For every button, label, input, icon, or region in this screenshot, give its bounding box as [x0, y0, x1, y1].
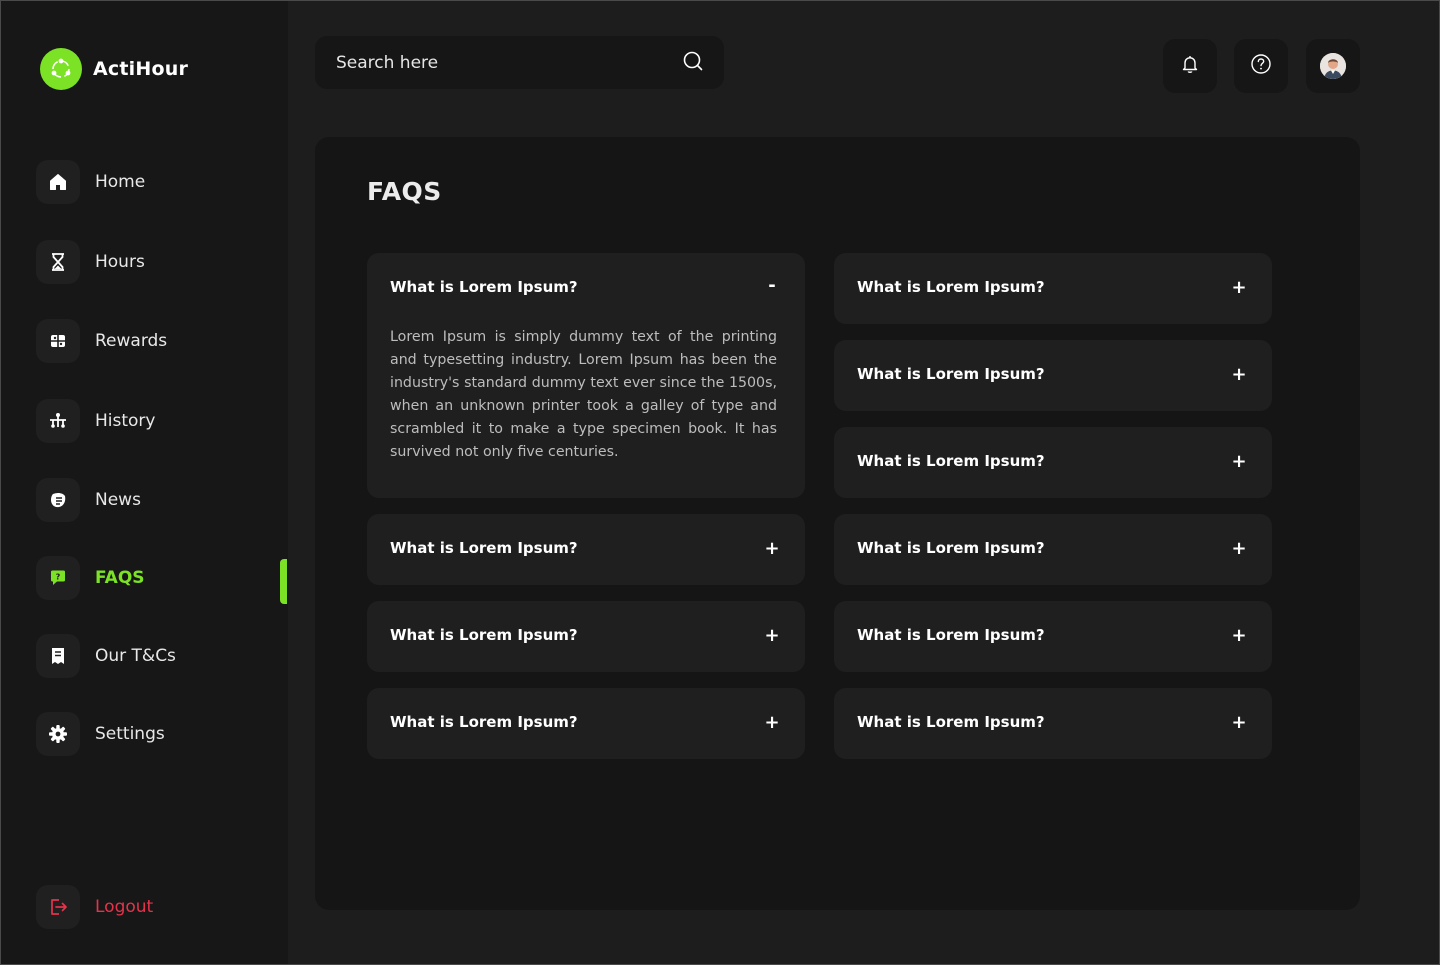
- expand-icon[interactable]: +: [764, 540, 779, 558]
- gear-icon: [36, 712, 80, 756]
- page-title: FAQS: [367, 177, 442, 206]
- sidebar-item-label: Rewards: [95, 331, 168, 351]
- expand-icon[interactable]: +: [1231, 540, 1246, 558]
- sidebar: ActiHour Home Hours Rewards History News…: [0, 0, 288, 965]
- notifications-button[interactable]: [1163, 39, 1217, 93]
- expand-icon[interactable]: +: [1231, 279, 1246, 297]
- faq-item[interactable]: What is Lorem Ipsum? - Lorem Ipsum is si…: [367, 253, 805, 498]
- sidebar-item-faqs[interactable]: ? FAQS: [36, 556, 145, 600]
- help-button[interactable]: [1234, 39, 1288, 93]
- active-indicator: [280, 559, 287, 604]
- sidebar-item-label: Hours: [95, 252, 145, 272]
- expand-icon[interactable]: +: [1231, 366, 1246, 384]
- sidebar-item-news[interactable]: News: [36, 478, 141, 522]
- news-icon: [36, 478, 80, 522]
- svg-text:?: ?: [56, 573, 61, 582]
- sidebar-item-hours[interactable]: Hours: [36, 240, 145, 284]
- sidebar-item-label: History: [95, 411, 156, 431]
- faq-question: What is Lorem Ipsum?: [857, 365, 1045, 383]
- sidebar-item-home[interactable]: Home: [36, 160, 145, 204]
- logout-label: Logout: [95, 897, 154, 917]
- faq-question: What is Lorem Ipsum?: [390, 539, 578, 557]
- history-icon: [36, 399, 80, 443]
- faq-icon: ?: [36, 556, 80, 600]
- sidebar-item-rewards[interactable]: Rewards: [36, 319, 167, 363]
- faq-item[interactable]: What is Lorem Ipsum? +: [834, 601, 1272, 672]
- profile-button[interactable]: [1306, 39, 1360, 93]
- avatar: [1320, 53, 1346, 79]
- faq-question: What is Lorem Ipsum?: [857, 452, 1045, 470]
- faq-answer: Lorem Ipsum is simply dummy text of the …: [390, 329, 777, 460]
- faq-item[interactable]: What is Lorem Ipsum? +: [367, 688, 805, 759]
- faq-item[interactable]: What is Lorem Ipsum? +: [834, 340, 1272, 411]
- sidebar-item-label: FAQS: [95, 568, 145, 588]
- faq-panel: FAQS What is Lorem Ipsum? - Lorem Ipsum …: [315, 137, 1360, 910]
- home-icon: [36, 160, 80, 204]
- expand-icon[interactable]: +: [1231, 627, 1246, 645]
- expand-icon[interactable]: +: [1231, 453, 1246, 471]
- search-icon[interactable]: [682, 50, 704, 76]
- faq-question: What is Lorem Ipsum?: [857, 713, 1045, 731]
- faq-item[interactable]: What is Lorem Ipsum? +: [367, 601, 805, 672]
- hourglass-icon: [36, 240, 80, 284]
- faq-question: What is Lorem Ipsum?: [857, 539, 1045, 557]
- logout-icon: [36, 885, 80, 929]
- faq-item[interactable]: What is Lorem Ipsum? +: [834, 253, 1272, 324]
- faq-item[interactable]: What is Lorem Ipsum? +: [367, 514, 805, 585]
- brand[interactable]: ActiHour: [40, 48, 188, 90]
- faq-question: What is Lorem Ipsum?: [390, 713, 578, 731]
- sidebar-item-label: Settings: [95, 724, 165, 744]
- sidebar-item-settings[interactable]: Settings: [36, 712, 165, 756]
- faq-item[interactable]: What is Lorem Ipsum? +: [834, 688, 1272, 759]
- sidebar-item-label: Our T&Cs: [95, 646, 176, 666]
- expand-icon[interactable]: +: [1231, 714, 1246, 732]
- brand-name: ActiHour: [93, 58, 189, 80]
- sidebar-item-history[interactable]: History: [36, 399, 155, 443]
- search-bar: [315, 36, 724, 89]
- collapse-icon[interactable]: -: [765, 277, 779, 295]
- sidebar-item-label: Home: [95, 172, 146, 192]
- actihour-logo-icon: [40, 48, 82, 90]
- faq-question: What is Lorem Ipsum?: [390, 278, 578, 296]
- search-input[interactable]: [336, 52, 656, 73]
- faq-question: What is Lorem Ipsum?: [857, 626, 1045, 644]
- sidebar-item-terms[interactable]: Our T&Cs: [36, 634, 176, 678]
- help-icon: [1250, 53, 1272, 79]
- bell-icon: [1180, 54, 1200, 78]
- faq-item[interactable]: What is Lorem Ipsum? +: [834, 514, 1272, 585]
- rewards-icon: [36, 319, 80, 363]
- faq-question: What is Lorem Ipsum?: [390, 626, 578, 644]
- expand-icon[interactable]: +: [764, 714, 779, 732]
- expand-icon[interactable]: +: [764, 627, 779, 645]
- sidebar-item-label: News: [95, 490, 141, 510]
- faq-question: What is Lorem Ipsum?: [857, 278, 1045, 296]
- logout-button[interactable]: Logout: [36, 885, 153, 929]
- document-icon: [36, 634, 80, 678]
- faq-item[interactable]: What is Lorem Ipsum? +: [834, 427, 1272, 498]
